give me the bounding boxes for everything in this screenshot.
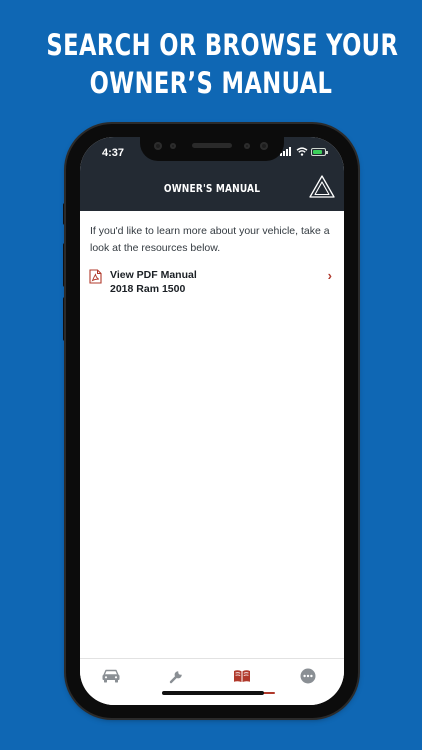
status-time: 4:37: [102, 147, 125, 159]
car-icon: [102, 669, 120, 683]
warning-triangle-icon[interactable]: [308, 173, 336, 201]
headline-line-1: SEARCH OR BROWSE YOUR: [46, 28, 399, 62]
tab-bar: [80, 658, 344, 705]
earpiece: [192, 143, 232, 148]
promo-headline: SEARCH OR BROWSE YOUR OWNER’S MANUAL: [46, 26, 399, 102]
tab-vehicle[interactable]: [91, 665, 131, 687]
battery-icon: [311, 147, 328, 156]
chevron-right-icon: ›: [327, 268, 332, 283]
front-camera: [154, 142, 162, 150]
nav-bar: OWNER'S MANUAL: [80, 171, 344, 211]
page-title: OWNER'S MANUAL: [163, 182, 261, 195]
manual-text: View PDF Manual 2018 Ram 1500: [110, 268, 197, 296]
main-content: If you'd like to learn more about your v…: [80, 211, 344, 302]
intro-text: If you'd like to learn more about your v…: [90, 225, 330, 254]
status-icons: [280, 147, 328, 156]
proximity-sensor: [244, 143, 250, 149]
tab-manual[interactable]: [222, 665, 262, 687]
phone-notch: [140, 137, 284, 161]
manual-vehicle: 2018 Ram 1500: [110, 283, 186, 295]
pdf-manual-link[interactable]: View PDF Manual 2018 Ram 1500 ›: [80, 268, 344, 302]
sensor: [170, 143, 176, 149]
pdf-icon: [89, 269, 102, 284]
book-icon: [234, 670, 250, 682]
rear-sensor: [260, 142, 268, 150]
phone-screen: 4:37 OWNER'S MANUAL If you'd like to lea…: [80, 137, 344, 705]
wrench-icon: [169, 671, 182, 684]
wifi-icon: [296, 147, 308, 156]
manual-title: View PDF Manual: [110, 269, 197, 281]
tab-more[interactable]: [288, 665, 328, 687]
phone-frame: 4:37 OWNER'S MANUAL If you'd like to lea…: [66, 124, 358, 718]
tab-service[interactable]: [157, 665, 197, 687]
headline-line-2: OWNER’S MANUAL: [89, 66, 333, 100]
home-indicator[interactable]: [162, 691, 264, 695]
more-icon: [300, 668, 316, 684]
